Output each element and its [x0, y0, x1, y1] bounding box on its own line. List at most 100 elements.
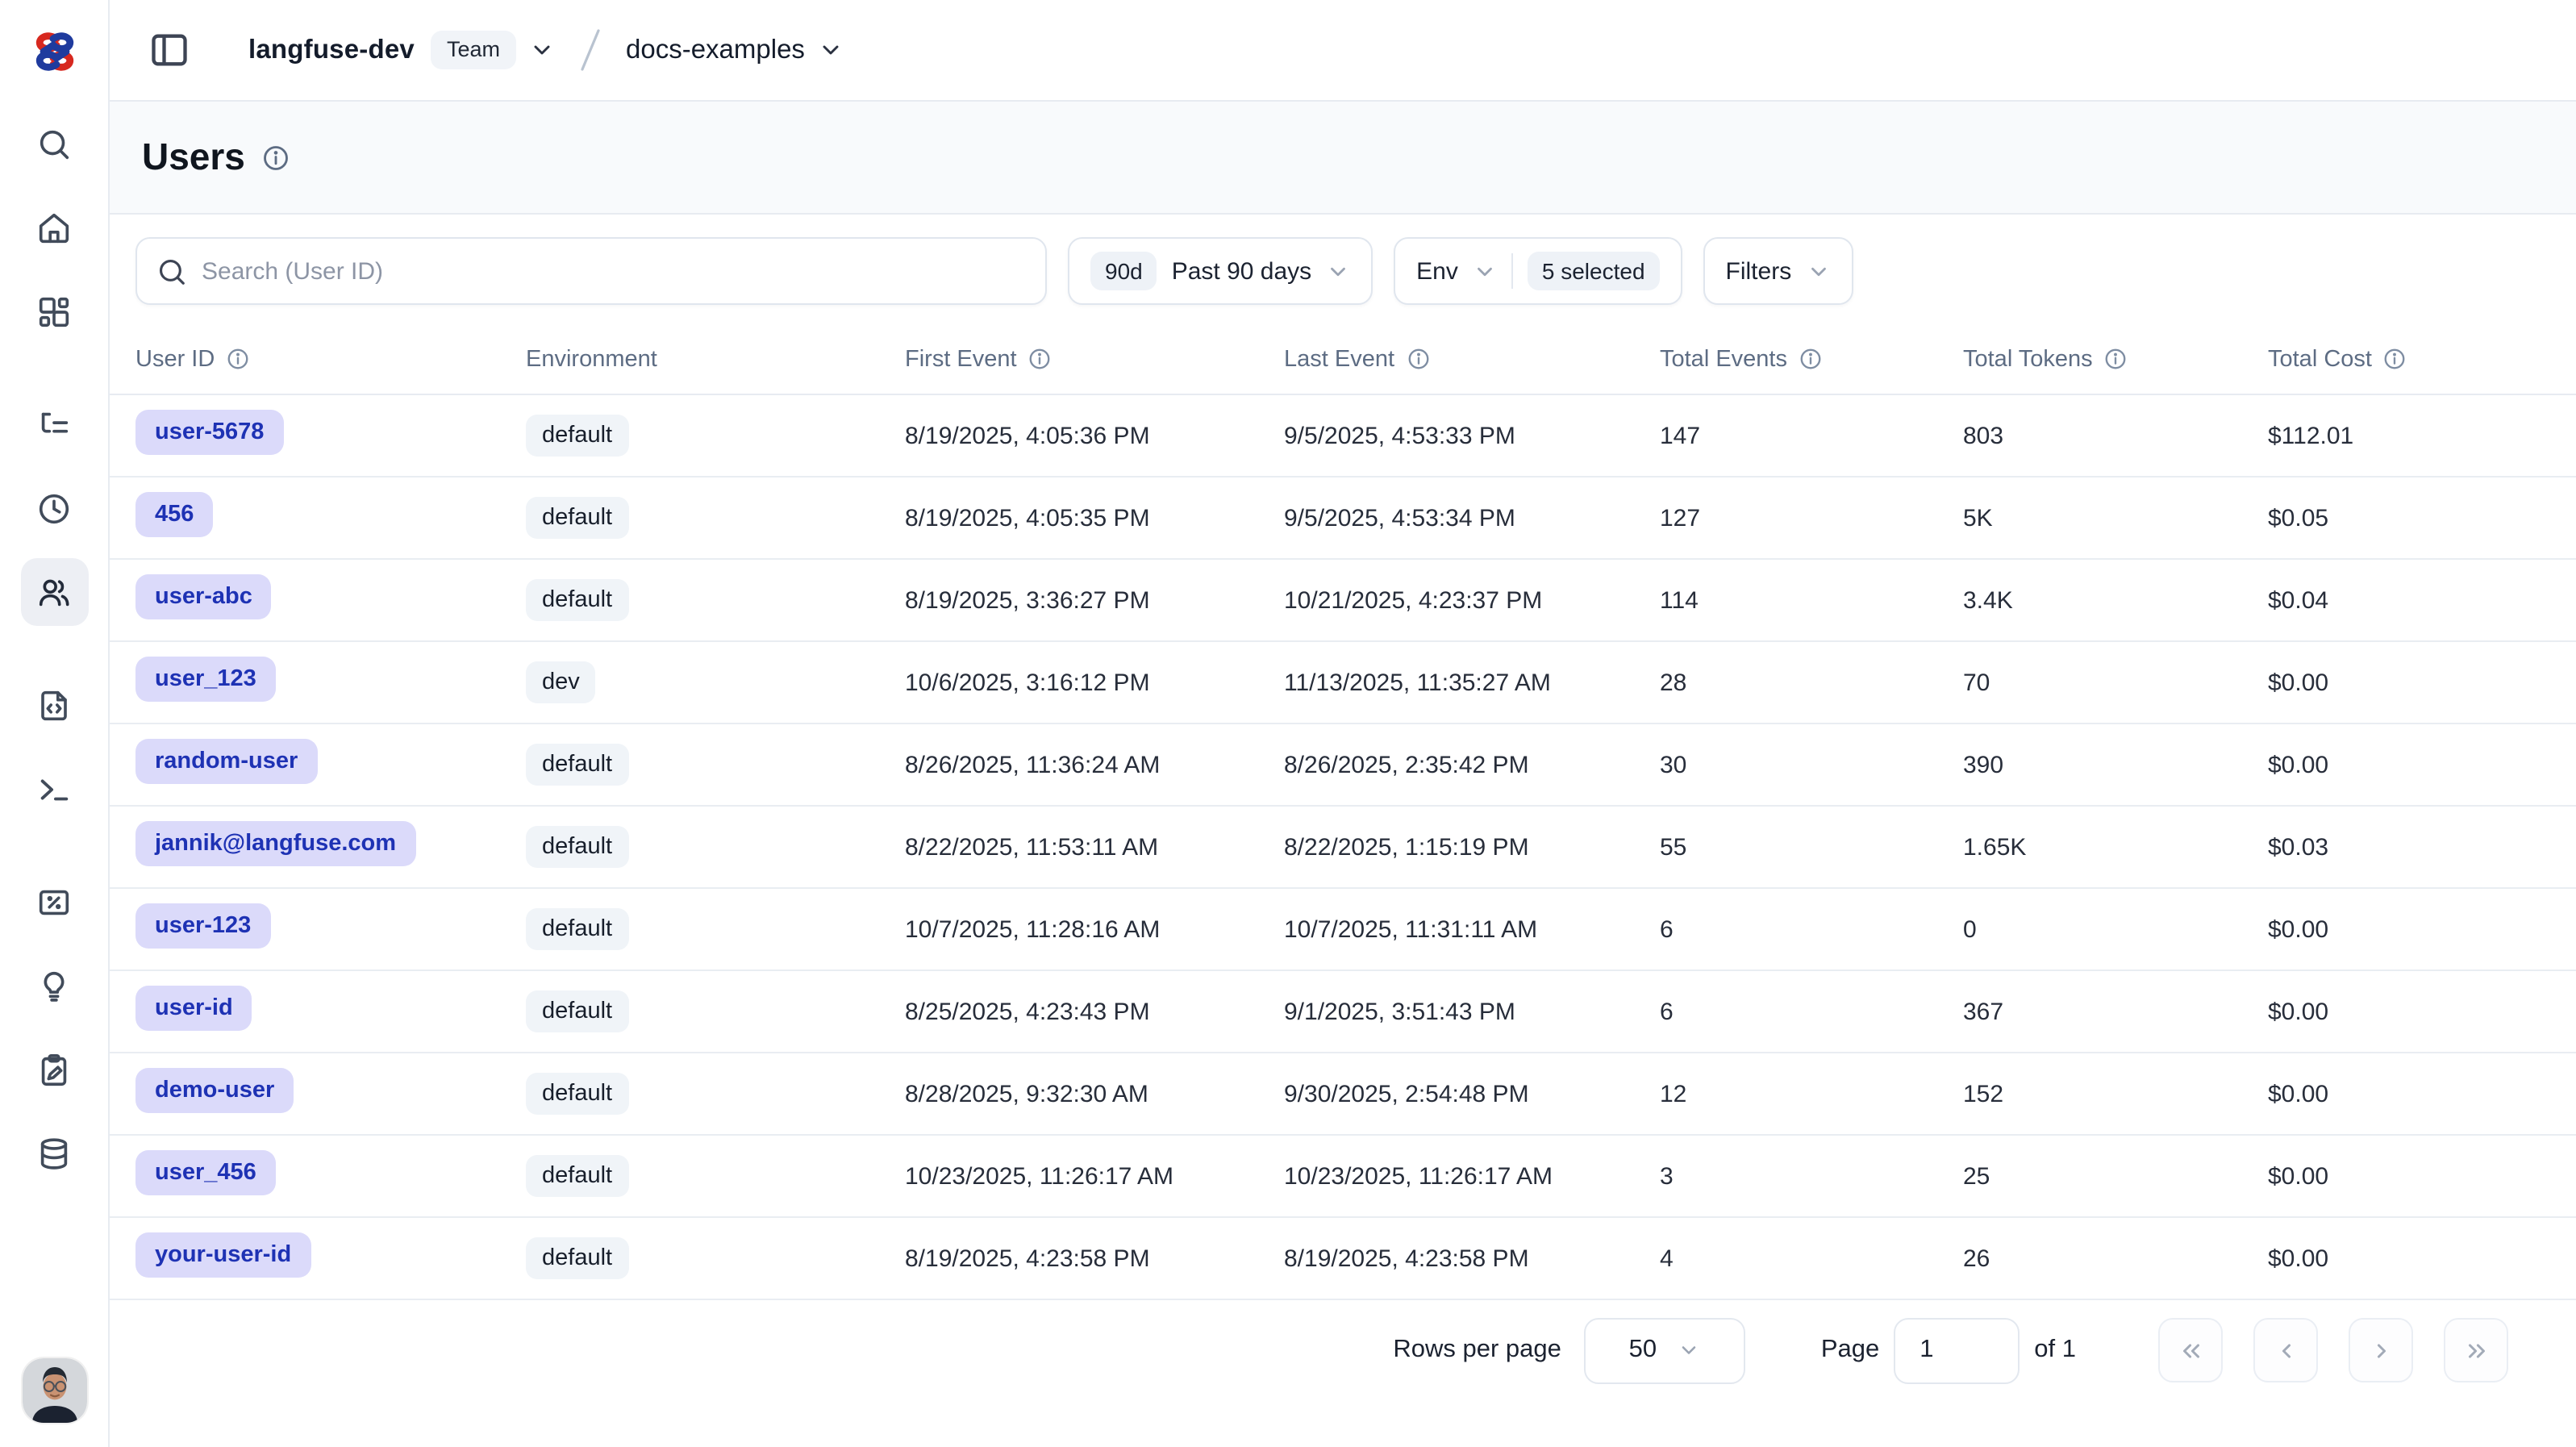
table-row[interactable]: user-5678 default 8/19/2025, 4:05:36 PM …	[110, 395, 2576, 477]
total-events-cell: 4	[1660, 1245, 1963, 1272]
table-row[interactable]: user-abc default 8/19/2025, 3:36:27 PM 1…	[110, 560, 2576, 642]
sidebar-item-insights[interactable]	[20, 952, 88, 1020]
first-event-cell: 8/26/2025, 11:36:24 AM	[905, 751, 1284, 778]
user-id-link[interactable]: user-abc	[135, 574, 272, 619]
sidebar-item-dashboards[interactable]	[20, 277, 88, 345]
sidebar-item-datasets[interactable]	[20, 1120, 88, 1187]
search-box[interactable]	[135, 237, 1047, 305]
total-cost-cell: $0.00	[2268, 669, 2576, 696]
sidebar-toggle-button[interactable]	[145, 26, 194, 74]
total-cost-cell: $0.00	[2268, 751, 2576, 778]
chevron-down-icon	[1806, 259, 1830, 283]
environment-filter[interactable]: Env 5 selected	[1394, 237, 1682, 305]
filters-label: Filters	[1726, 257, 1792, 285]
project-chevron-down-icon[interactable]	[818, 37, 844, 63]
breadcrumb-project[interactable]: docs-examples	[626, 35, 805, 65]
table-row[interactable]: demo-user default 8/28/2025, 9:32:30 AM …	[110, 1053, 2576, 1136]
sidebar-item-home[interactable]	[20, 194, 88, 261]
table-row[interactable]: jannik@langfuse.com default 8/22/2025, 1…	[110, 807, 2576, 889]
first-page-button[interactable]	[2158, 1318, 2223, 1382]
page-title: Users	[142, 136, 245, 179]
search-input[interactable]	[202, 257, 1026, 285]
user-id-link[interactable]: your-user-id	[135, 1232, 311, 1278]
total-cost-cell: $0.05	[2268, 504, 2576, 532]
column-header-total-events[interactable]: Total Events	[1660, 346, 1963, 372]
user-avatar[interactable]	[22, 1358, 86, 1423]
sidebar-item-users[interactable]	[20, 558, 88, 626]
list-tree-icon	[35, 406, 73, 443]
chevron-left-icon	[2272, 1336, 2299, 1364]
user-id-link[interactable]: user_456	[135, 1150, 276, 1195]
sidebar-item-tracing[interactable]	[20, 390, 88, 458]
table-row[interactable]: user_456 default 10/23/2025, 11:26:17 AM…	[110, 1136, 2576, 1218]
search-icon	[156, 256, 187, 286]
breadcrumb-slash-icon	[577, 26, 603, 74]
total-tokens-cell: 0	[1963, 915, 2268, 943]
page-title-info-icon[interactable]	[261, 143, 290, 172]
environment-badge: default	[526, 907, 628, 951]
filters-button[interactable]: Filters	[1703, 237, 1853, 305]
next-page-button[interactable]	[2349, 1318, 2413, 1382]
date-range-picker[interactable]: 90d Past 90 days	[1068, 237, 1373, 305]
rows-per-page-select[interactable]: 50	[1584, 1317, 1745, 1383]
last-event-cell: 8/19/2025, 4:23:58 PM	[1284, 1245, 1660, 1272]
table-row[interactable]: user_123 dev 10/6/2025, 3:16:12 PM 11/13…	[110, 642, 2576, 724]
sidebar	[0, 0, 110, 1447]
column-header-last-event[interactable]: Last Event	[1284, 346, 1660, 372]
info-icon	[2383, 347, 2407, 371]
column-header-first-event[interactable]: First Event	[905, 346, 1284, 372]
date-range-label: Past 90 days	[1172, 257, 1311, 285]
total-cost-cell: $0.00	[2268, 915, 2576, 943]
total-tokens-cell: 367	[1963, 998, 2268, 1025]
total-tokens-cell: 390	[1963, 751, 2268, 778]
total-tokens-cell: 70	[1963, 669, 2268, 696]
breadcrumb-org[interactable]: langfuse-dev	[248, 35, 415, 65]
sidebar-item-prompts[interactable]	[20, 671, 88, 739]
sidebar-item-playground[interactable]	[20, 755, 88, 823]
page-number-input[interactable]	[1894, 1317, 2020, 1383]
org-chevron-down-icon[interactable]	[529, 37, 555, 63]
rows-per-page-label: Rows per page	[1393, 1336, 1561, 1365]
user-id-link[interactable]: random-user	[135, 739, 317, 784]
total-events-cell: 6	[1660, 998, 1963, 1025]
first-event-cell: 8/19/2025, 4:23:58 PM	[905, 1245, 1284, 1272]
user-id-link[interactable]: demo-user	[135, 1068, 294, 1113]
search-icon	[35, 125, 73, 162]
sidebar-item-annotation[interactable]	[20, 1036, 88, 1103]
last-event-cell: 9/5/2025, 4:53:33 PM	[1284, 422, 1660, 449]
table-row[interactable]: random-user default 8/26/2025, 11:36:24 …	[110, 724, 2576, 807]
previous-page-button[interactable]	[2253, 1318, 2318, 1382]
sidebar-item-sessions[interactable]	[20, 474, 88, 542]
column-header-total-cost[interactable]: Total Cost	[2268, 346, 2576, 372]
database-icon	[35, 1135, 73, 1172]
percent-card-icon	[35, 883, 73, 920]
sidebar-item-evaluation[interactable]	[20, 868, 88, 936]
total-events-cell: 28	[1660, 669, 1963, 696]
column-header-user-id[interactable]: User ID	[135, 346, 526, 372]
environment-badge: default	[526, 1154, 628, 1198]
sidebar-item-search[interactable]	[20, 110, 88, 177]
org-type-badge: Team	[431, 31, 516, 69]
pagination-bar: Rows per page 50 Page of 1	[110, 1300, 2576, 1400]
user-id-link[interactable]: jannik@langfuse.com	[135, 821, 415, 866]
table-row[interactable]: user-123 default 10/7/2025, 11:28:16 AM …	[110, 889, 2576, 971]
environment-badge: dev	[526, 661, 596, 704]
user-id-link[interactable]: user-id	[135, 986, 252, 1031]
table-row[interactable]: 456 default 8/19/2025, 4:05:35 PM 9/5/20…	[110, 477, 2576, 560]
environment-badge: default	[526, 414, 628, 457]
table-row[interactable]: user-id default 8/25/2025, 4:23:43 PM 9/…	[110, 971, 2576, 1053]
table-row[interactable]: your-user-id default 8/19/2025, 4:23:58 …	[110, 1218, 2576, 1300]
last-page-button[interactable]	[2444, 1318, 2508, 1382]
total-events-cell: 30	[1660, 751, 1963, 778]
page-header: Users	[110, 102, 2576, 215]
column-header-environment[interactable]: Environment	[526, 346, 905, 372]
user-id-link[interactable]: 456	[135, 492, 213, 537]
user-id-link[interactable]: user-123	[135, 903, 270, 949]
langfuse-logo[interactable]	[0, 0, 108, 102]
user-id-link[interactable]: user-5678	[135, 410, 283, 455]
environment-filter-label: Env	[1416, 257, 1458, 285]
info-icon	[1028, 347, 1052, 371]
column-header-total-tokens[interactable]: Total Tokens	[1963, 346, 2268, 372]
total-cost-cell: $0.04	[2268, 586, 2576, 614]
user-id-link[interactable]: user_123	[135, 657, 276, 702]
